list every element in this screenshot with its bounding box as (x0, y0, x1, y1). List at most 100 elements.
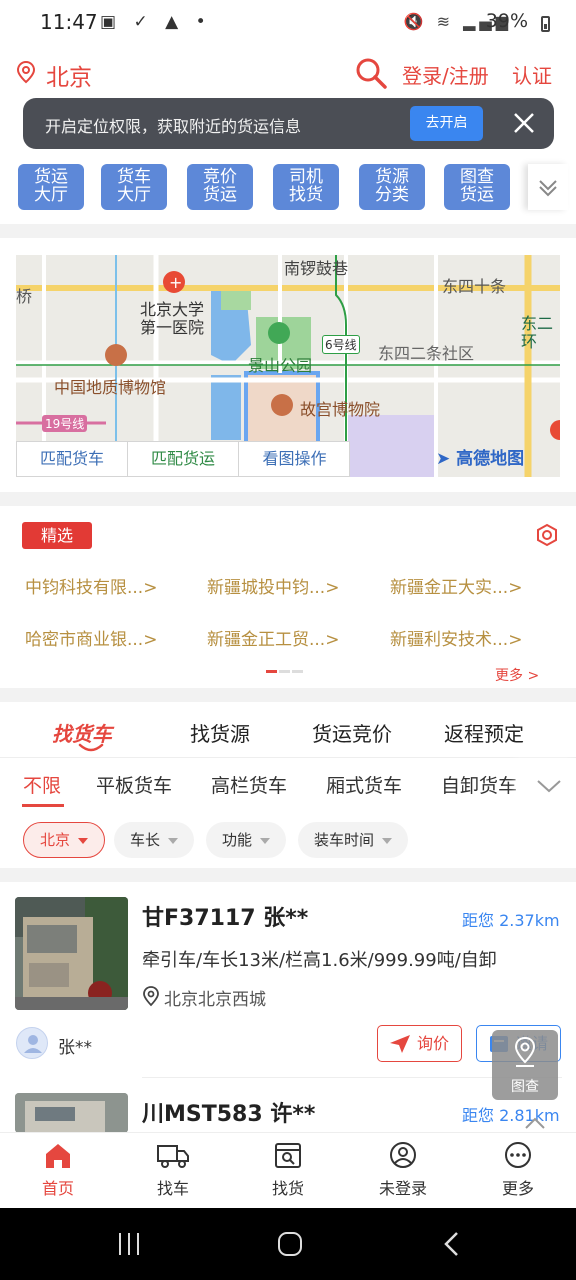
expand-vehicle-tabs[interactable] (522, 760, 576, 810)
quick-map-freight[interactable]: 图查 货运 (444, 164, 510, 210)
banner-text: 开启定位权限，获取附近的货运信息 (45, 117, 302, 136)
truck-plate-owner[interactable]: 甘F37117 张** (142, 900, 308, 932)
filter-city[interactable]: 北京 (23, 822, 106, 858)
user-circle-icon (390, 1142, 416, 1168)
map-provider-logo: ➤ 高德地图 (436, 449, 525, 469)
map-label-community: 东四二条社区 (378, 344, 475, 363)
location-pin-icon[interactable] (16, 60, 36, 84)
quick-driver-find-cargo[interactable]: 司机 找货 (273, 164, 339, 210)
map-label-palace-museum: 故宫博物院 (300, 400, 381, 419)
system-nav-bar (0, 1208, 576, 1280)
send-icon (390, 1035, 410, 1053)
map-label-geology-museum: 中国地质博物馆 (54, 378, 167, 397)
chevron-down-icon (537, 780, 561, 793)
enable-location-button[interactable]: 去开启 (410, 106, 483, 141)
map-label-line19: 19号线 (42, 415, 88, 432)
caret-down-icon (382, 837, 393, 844)
cargo-search-icon (275, 1143, 301, 1168)
vehicle-tab-high-rail[interactable]: 高栏货车 (211, 771, 287, 798)
verify-link[interactable]: 认证 (512, 60, 552, 89)
nav-find-cargo[interactable]: 找货 (248, 1141, 328, 1199)
tab-return-booking[interactable]: 返程预定 (444, 718, 524, 747)
chevron-down-icon (539, 180, 557, 197)
vehicle-tab-all[interactable]: 不限 (23, 771, 61, 798)
svg-text:+: + (169, 273, 182, 292)
vehicle-tab-box[interactable]: 厢式货车 (326, 771, 402, 798)
featured-item[interactable]: 新疆利安技术...> (390, 625, 522, 650)
battery-level: 39% (485, 10, 528, 32)
bottom-nav: 首页 找车 找货 未登录 更多 (0, 1132, 576, 1208)
tab-match-freight[interactable]: 匹配货运 (128, 442, 239, 476)
carousel-dots (266, 670, 305, 689)
map-label-dongsishitiao: 东四十条 (442, 277, 507, 296)
truck-image (15, 897, 128, 1010)
status-bar: 11:47 ▣ ✓ ▲ • 🔇 ≋ ▂▄▆ 39% (0, 0, 576, 48)
nav-home[interactable]: 首页 (18, 1141, 98, 1199)
scroll-top-icon[interactable] (524, 1116, 546, 1130)
section-gap (0, 492, 576, 506)
truck-address: 北京北京西城 (164, 990, 266, 1010)
battery-icon (541, 16, 550, 32)
tab-match-trucks[interactable]: 匹配货车 (17, 442, 128, 476)
nav-find-truck[interactable]: 找车 (133, 1141, 213, 1199)
map-tabs: 匹配货车 匹配货运 看图操作 (16, 441, 350, 477)
featured-more-link[interactable]: 更多 > (495, 665, 539, 685)
nav-more[interactable]: 更多 (478, 1141, 558, 1199)
map-label-line6: 6号线 (322, 335, 360, 354)
close-icon[interactable] (511, 110, 537, 136)
divider (0, 757, 576, 758)
featured-tag: 精选 (22, 522, 92, 549)
avatar (16, 1027, 48, 1059)
truck-photo[interactable] (15, 1093, 128, 1133)
location-pin-icon (143, 986, 159, 1007)
quick-cargo-category[interactable]: 货源 分类 (359, 164, 425, 210)
inquire-button[interactable]: 询价 (377, 1025, 462, 1062)
truck-photo[interactable] (15, 897, 128, 1010)
vehicle-tab-flatbed[interactable]: 平板货车 (96, 771, 172, 798)
quick-truck-hall[interactable]: 货车 大厅 (101, 164, 167, 210)
search-icon[interactable] (354, 56, 388, 90)
filter-loading-time[interactable]: 装车时间 (298, 822, 409, 858)
status-time: 11:47 (40, 10, 98, 34)
tab-find-cargo[interactable]: 找货源 (190, 718, 250, 747)
featured-item[interactable]: 哈密市商业银...> (25, 625, 157, 650)
city-selector[interactable]: 北京 (46, 58, 92, 92)
map-label-jingshan-park: 景山公园 (248, 356, 313, 375)
login-register-link[interactable]: 登录/注册 (402, 60, 489, 89)
map-label-nanluoguxiang: 南锣鼓巷 (284, 259, 349, 278)
notification-icons: ▣ ✓ ▲ • (100, 12, 212, 32)
vehicle-tab-dump[interactable]: 自卸货车 (441, 771, 517, 798)
location-pin-icon (514, 1036, 536, 1067)
quick-bidding[interactable]: 竞价 货运 (187, 164, 253, 210)
truck-specs: 牵引车/车长13米/栏高1.6米/999.99吨/自卸 (142, 950, 497, 971)
section-gap (0, 688, 576, 702)
location-permission-banner: 开启定位权限，获取附近的货运信息 去开启 (23, 98, 554, 149)
user-icon (24, 1035, 42, 1053)
nav-account[interactable]: 未登录 (363, 1141, 443, 1199)
section-gap (0, 224, 576, 238)
active-tab-indicator (78, 743, 104, 752)
owner-name: 张** (58, 1038, 92, 1058)
truck-plate-owner[interactable]: 川MST583 许** (142, 1096, 315, 1128)
featured-item[interactable]: 新疆城投中钧...> (207, 573, 339, 598)
tab-map-operations[interactable]: 看图操作 (239, 442, 350, 476)
filter-function[interactable]: 功能 (206, 822, 287, 858)
vehicle-tab-underline (22, 804, 64, 807)
filter-length[interactable]: 车长 (114, 822, 195, 858)
tab-freight-bidding[interactable]: 货运竞价 (312, 718, 392, 747)
caret-down-icon (260, 837, 271, 844)
featured-item[interactable]: 新疆金正大实...> (390, 573, 522, 598)
featured-item[interactable]: 中钧科技有限...> (25, 573, 157, 598)
truck-image (15, 1093, 128, 1133)
map-label-east-ring: 东二 环 (521, 314, 554, 351)
caret-down-icon (168, 837, 179, 844)
featured-item[interactable]: 新疆金正工贸...> (207, 625, 339, 650)
quick-freight-hall[interactable]: 货运 大厅 (18, 164, 84, 210)
map-query-float-button[interactable]: 图查 (492, 1030, 558, 1100)
caret-down-icon (78, 837, 89, 844)
settings-icon[interactable] (535, 523, 559, 547)
truck-icon (157, 1145, 189, 1168)
map-label-bridge: 桥 (16, 287, 33, 306)
map-label-hospital: 北京大学 第一医院 (140, 300, 205, 337)
expand-quick-buttons[interactable] (528, 164, 568, 210)
